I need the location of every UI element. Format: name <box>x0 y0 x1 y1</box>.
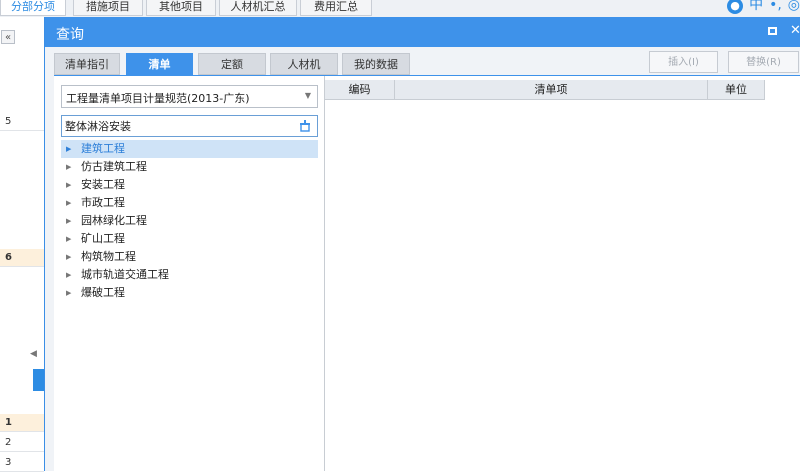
column-header-item[interactable]: 清单项 <box>395 80 708 99</box>
dialog-title: 查询 <box>56 27 84 43</box>
expand-caret-icon[interactable]: ▶ <box>66 284 71 302</box>
collapse-panel-button[interactable]: « <box>1 30 15 44</box>
search-input[interactable] <box>65 118 290 134</box>
chevron-down-icon[interactable]: ▼ <box>305 91 311 100</box>
tab-dinge[interactable]: 定额 <box>198 53 266 75</box>
category-tree: ▶ 建筑工程 ▶ 仿古建筑工程 ▶ 安装工程 ▶ 市政工程 ▶ 园林绿化工程 ▶ 矿山工程 … <box>61 140 318 302</box>
chinese-input-icon[interactable]: 中 <box>749 0 763 13</box>
row-number[interactable]: 5 <box>0 113 44 131</box>
expand-caret-icon[interactable]: ▶ <box>66 140 71 158</box>
spec-select-value: 工程量清单项目计量规范(2013-广东) <box>66 92 250 105</box>
app-tab-bar: 分部分项 措施项目 其他项目 人材机汇总 费用汇总 ● 中 •, ◎ <box>0 0 800 18</box>
row-number[interactable]: 2 <box>0 434 44 452</box>
user-icon[interactable]: ● <box>727 0 744 14</box>
tree-item-jianzhu[interactable]: ▶ 建筑工程 <box>61 140 318 158</box>
tab-qingdan-zhiyin[interactable]: 清单指引 <box>54 53 120 75</box>
dialog-titlebar[interactable]: 查询 ✕ <box>45 17 800 47</box>
results-grid: 编码 清单项 单位 <box>325 76 800 471</box>
insert-button[interactable]: 插入(I) <box>649 51 718 73</box>
column-header-unit[interactable]: 单位 <box>708 80 765 99</box>
search-field[interactable] <box>61 115 318 137</box>
tab-my-data[interactable]: 我的数据 <box>342 53 410 75</box>
close-icon[interactable]: ✕ <box>790 23 800 38</box>
tab-rencaiji[interactable]: 人材机 <box>270 53 338 75</box>
tab-feiyong-huizong[interactable]: 费用汇总 <box>300 0 372 16</box>
tree-item-gouzhuwu[interactable]: ▶ 构筑物工程 <box>61 248 318 266</box>
expand-caret-icon[interactable]: ▶ <box>66 194 71 212</box>
expand-caret-icon[interactable]: ▶ <box>66 248 71 266</box>
expand-caret-icon[interactable]: ▶ <box>66 266 71 284</box>
row-number-column <box>28 17 44 471</box>
top-right-toolbar: ● 中 •, ◎ <box>721 0 800 14</box>
tree-item-fanggu[interactable]: ▶ 仿古建筑工程 <box>61 158 318 176</box>
tab-fenbu-fenxiang[interactable]: 分部分项 <box>0 0 66 16</box>
tree-item-yuanlin[interactable]: ▶ 园林绿化工程 <box>61 212 318 230</box>
maximize-icon[interactable] <box>768 27 777 35</box>
tab-qita-xiangmu[interactable]: 其他项目 <box>146 0 216 16</box>
tree-item-baopo[interactable]: ▶ 爆破工程 <box>61 284 318 302</box>
row-number-highlighted[interactable]: 6 <box>0 249 44 267</box>
clear-search-icon[interactable] <box>299 119 311 132</box>
expand-caret-icon[interactable]: ▶ <box>66 176 71 194</box>
tab-cuoshi-xiangmu[interactable]: 措施项目 <box>73 0 143 16</box>
tree-item-shizheng[interactable]: ▶ 市政工程 <box>61 194 318 212</box>
expand-caret-icon[interactable]: ▶ <box>66 230 71 248</box>
column-header-code[interactable]: 编码 <box>325 80 395 99</box>
row-number-highlighted[interactable]: 1 <box>0 414 44 432</box>
tree-item-guidao[interactable]: ▶ 城市轨道交通工程 <box>61 266 318 284</box>
dot-icon[interactable]: •, <box>769 0 782 13</box>
category-panel: 工程量清单项目计量规范(2013-广东) ▼ ▶建筑工程 ▶仿古建筑工程 ▶安装… <box>54 76 325 471</box>
tree-item-anzhuang[interactable]: ▶ 安装工程 <box>61 176 318 194</box>
settings-icon[interactable]: ◎ <box>788 0 800 13</box>
expand-caret-icon[interactable]: ▶ <box>66 158 71 176</box>
row-number[interactable]: 3 <box>0 454 44 472</box>
spec-select[interactable]: 工程量清单项目计量规范(2013-广东) ▼ <box>61 85 318 108</box>
tab-qingdan[interactable]: 清单 <box>126 53 193 75</box>
tree-item-kuangshan[interactable]: ▶ 矿山工程 <box>61 230 318 248</box>
expand-caret-icon[interactable]: ▶ <box>66 212 71 230</box>
scroll-left-icon[interactable]: ◀ <box>30 349 37 359</box>
replace-button[interactable]: 替换(R) <box>728 51 799 73</box>
grid-header: 编码 清单项 单位 <box>325 80 765 100</box>
left-gutter: « <box>0 17 29 471</box>
query-dialog: 查询 ✕ 清单指引 清单 定额 人材机 我的数据 插入(I) 替换(R) 工程量… <box>44 17 800 471</box>
tab-rencaiji-huizong[interactable]: 人材机汇总 <box>219 0 297 16</box>
